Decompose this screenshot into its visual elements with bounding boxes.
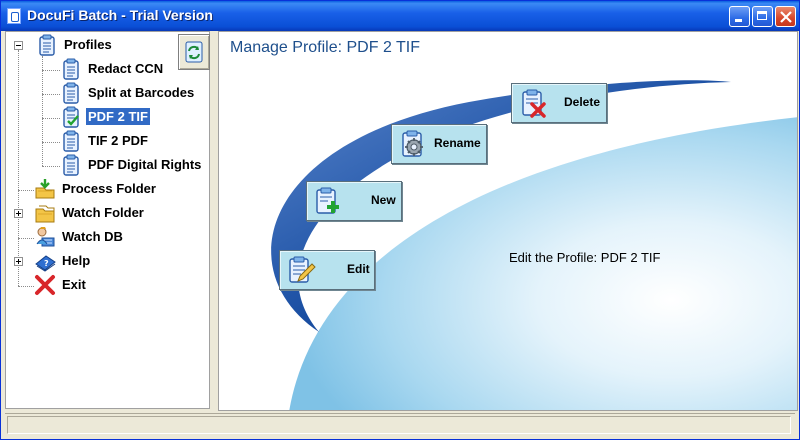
delete-clipboard-icon xyxy=(522,89,546,118)
clipboard-icon xyxy=(63,58,79,80)
tree-item-label: Redact CCN xyxy=(88,61,164,76)
app-window: DocuFi Batch - Trial Version Profiles Re… xyxy=(0,0,800,440)
collapse-profiles-toggle[interactable] xyxy=(14,41,23,50)
expand-help-toggle[interactable] xyxy=(14,257,23,266)
status-pane xyxy=(7,416,791,434)
rename-gear-icon xyxy=(402,130,423,157)
tree-item-split-at-barcodes[interactable]: Split at Barcodes xyxy=(60,82,205,104)
edit-profile-button[interactable]: Edit xyxy=(279,250,375,290)
tree-item-exit[interactable]: Exit xyxy=(34,274,184,295)
tree-line xyxy=(18,286,34,287)
expand-watch-folder-toggle[interactable] xyxy=(14,209,23,218)
title-bar[interactable]: DocuFi Batch - Trial Version xyxy=(1,1,799,31)
clipboard-icon xyxy=(63,130,79,152)
tree-line xyxy=(18,190,34,191)
rename-profile-button[interactable]: Rename xyxy=(391,124,487,164)
tree-line xyxy=(18,238,34,239)
help-book-icon: ? xyxy=(35,255,56,272)
tree-item-label: Help xyxy=(62,253,91,268)
tree-item-pdf-2-tif[interactable]: PDF 2 TIF xyxy=(60,106,190,128)
maximize-button[interactable] xyxy=(752,6,773,27)
tree-line xyxy=(42,118,60,119)
navigation-tree[interactable]: Profiles Redact CCN Split at Barcodes PD… xyxy=(5,31,210,409)
watch-folder-icon xyxy=(35,205,55,223)
edit-button-label: Edit xyxy=(347,262,370,276)
tree-line xyxy=(42,56,43,166)
new-button-label: New xyxy=(371,193,396,207)
tree-line xyxy=(42,94,60,95)
tree-item-label: PDF Digital Rights xyxy=(88,157,202,172)
page-title: Manage Profile: PDF 2 TIF xyxy=(230,39,420,56)
manage-profile-panel: Manage Profile: PDF 2 TIF Delete Rename xyxy=(218,31,798,411)
tree-item-label: PDF 2 TIF xyxy=(86,108,150,125)
tree-item-label: Split at Barcodes xyxy=(88,85,195,100)
tree-item-label: Process Folder xyxy=(62,181,156,196)
window-title: DocuFi Batch - Trial Version xyxy=(27,7,213,23)
profile-description: Edit the Profile: PDF 2 TIF xyxy=(509,250,661,265)
rename-button-label: Rename xyxy=(434,136,481,150)
tree-item-label: Profiles xyxy=(64,37,112,52)
clipboard-check-icon xyxy=(63,106,79,128)
tree-item-pdf-digital-rights[interactable]: PDF Digital Rights xyxy=(60,154,208,176)
process-folder-icon xyxy=(35,179,55,199)
new-plus-icon xyxy=(316,187,339,214)
tree-item-profiles[interactable]: Profiles xyxy=(36,34,186,56)
tree-line xyxy=(18,50,19,286)
tree-item-watch-folder[interactable]: Watch Folder xyxy=(34,202,184,223)
tree-line xyxy=(42,142,60,143)
tree-item-tif-2-pdf[interactable]: TIF 2 PDF xyxy=(60,130,190,152)
minimize-button[interactable] xyxy=(729,6,750,27)
tree-line xyxy=(42,70,60,71)
tree-item-label: Watch DB xyxy=(62,229,123,244)
tree-item-label: Exit xyxy=(62,277,86,292)
delete-profile-button[interactable]: Delete xyxy=(511,83,607,123)
clipboard-icon xyxy=(63,82,79,104)
clipboard-icon xyxy=(63,154,79,176)
exit-x-icon xyxy=(35,275,55,295)
tree-item-help[interactable]: ? Help xyxy=(34,250,184,272)
edit-pencil-icon xyxy=(289,256,316,283)
new-profile-button[interactable]: New xyxy=(306,181,402,221)
app-icon[interactable] xyxy=(7,8,21,24)
tree-line xyxy=(42,166,60,167)
close-button[interactable] xyxy=(775,6,796,27)
close-icon xyxy=(780,11,792,23)
tree-item-label: Watch Folder xyxy=(62,205,144,220)
panel-splitter[interactable] xyxy=(211,31,217,409)
clipboard-icon xyxy=(39,34,55,56)
svg-text:?: ? xyxy=(44,259,49,268)
swoosh-background-art xyxy=(271,80,797,410)
tree-item-process-folder[interactable]: Process Folder xyxy=(34,178,184,199)
tree-item-watch-db[interactable]: Watch DB xyxy=(34,226,184,247)
watch-db-icon xyxy=(36,227,55,247)
tree-item-redact-ccn[interactable]: Redact CCN xyxy=(60,58,190,80)
status-bar xyxy=(5,413,795,436)
tree-item-label: TIF 2 PDF xyxy=(88,133,148,148)
delete-button-label: Delete xyxy=(564,95,601,109)
